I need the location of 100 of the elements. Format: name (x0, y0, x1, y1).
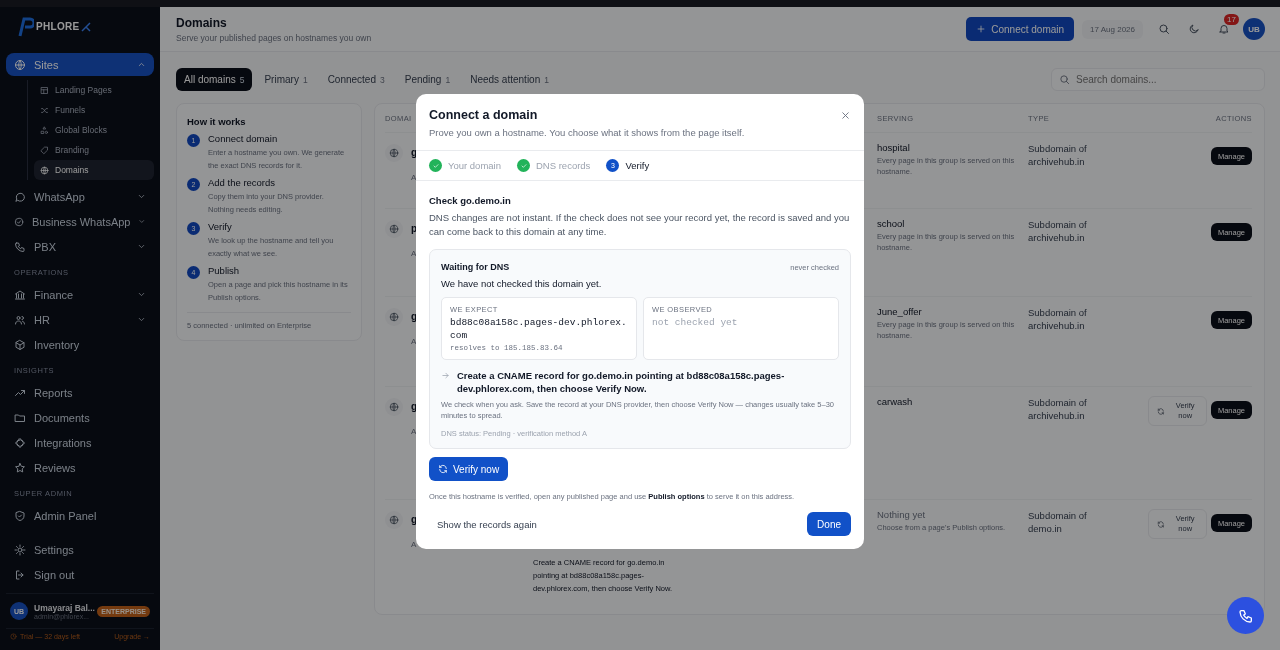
show-records-button[interactable]: Show the records again (429, 514, 545, 534)
shapes-icon (40, 125, 49, 135)
box-icon (14, 338, 26, 351)
chat-icon (14, 190, 26, 203)
nav-item[interactable]: Inventory (6, 332, 154, 357)
domain-name: g (411, 311, 418, 322)
check-circle-icon (14, 215, 25, 228)
globe-icon (389, 224, 399, 234)
chevron-down-icon (137, 290, 146, 299)
chevron-down-icon (137, 242, 146, 251)
globe-icon (389, 148, 399, 158)
instruction-text: Create a CNAME record for go.demo.in pointing at bd88c08a158c.pages-dev.phlorex.com, then choose Verify Now. (457, 369, 786, 395)
users-icon (14, 313, 26, 326)
search-field[interactable]: Search domains... (1051, 68, 1265, 91)
nav-item[interactable]: HR (6, 307, 154, 332)
nav-item[interactable]: Admin Panel (6, 503, 154, 528)
nav-item[interactable]: Sites (6, 53, 154, 76)
serving-name: school (877, 218, 906, 229)
nav-subitem[interactable]: Domains (34, 160, 154, 180)
domain-note: A (411, 249, 417, 258)
notifications-button[interactable]: 17 (1209, 17, 1239, 41)
bell-icon (1218, 23, 1230, 35)
phone-icon (14, 240, 26, 253)
phone-icon (1237, 607, 1254, 624)
serving-name: Nothing yet (877, 509, 927, 520)
domain-note: A (411, 540, 417, 549)
domain-type: Subdomain of archivehub.in (1028, 306, 1088, 333)
arrow-right-icon (441, 371, 450, 380)
nav-subitem[interactable]: Branding (34, 140, 154, 160)
nav-subitem[interactable]: Global Blocks (34, 120, 154, 140)
moon-icon (1188, 23, 1200, 35)
chevron-down-icon (137, 192, 146, 201)
shuffle-icon (40, 105, 49, 115)
check-icon (519, 161, 528, 170)
domain-name: g (411, 401, 418, 412)
record-value: not checked yet (652, 316, 739, 329)
nav-item[interactable]: Reports (6, 380, 154, 405)
wizard-step[interactable]: Your domain (429, 159, 501, 172)
logout-icon (14, 568, 26, 581)
chevron-down-icon (137, 315, 146, 324)
domain-note: A (411, 173, 417, 182)
nav-item[interactable]: Settings (6, 537, 154, 562)
clock-icon (10, 633, 17, 640)
bank-icon (14, 288, 26, 301)
connect-domain-button[interactable]: Connect domain (966, 17, 1075, 41)
domain-note: A (411, 337, 417, 346)
nav-item[interactable]: Sign out (6, 562, 154, 587)
step-title: Publish (208, 265, 241, 276)
nav-item[interactable]: Finance (6, 282, 154, 307)
nav-item[interactable]: PBX (6, 234, 154, 259)
serving-name: June_offer (877, 306, 923, 317)
swoosh-icon (81, 21, 92, 32)
nav-item[interactable]: Integrations (6, 430, 154, 455)
globe-icon (389, 515, 399, 525)
refresh-icon (438, 464, 448, 474)
status-text: We have not checked this domain yet. (441, 278, 603, 289)
nav-subitem[interactable]: Landing Pages (34, 80, 154, 100)
wizard-step[interactable]: DNS records (517, 159, 591, 172)
domain-name: g (411, 147, 418, 158)
card-title: How it works (187, 116, 247, 127)
nav-subitem[interactable]: Funnels (34, 100, 154, 120)
plus-icon (976, 24, 987, 34)
search-icon (1059, 74, 1070, 85)
nav-item[interactable]: Documents (6, 405, 154, 430)
logo-icon (18, 16, 34, 37)
close-icon (840, 109, 851, 121)
layout-icon (40, 85, 49, 95)
chevron-up-icon (137, 60, 146, 69)
check-description: DNS changes are not instant. If the check does not see your record yet, the record is saved and you can come back to this domain at any time. (429, 211, 851, 238)
page-title: Domains (176, 15, 228, 30)
logo-text: PHLORE (36, 21, 80, 32)
refresh-icon (1156, 519, 1165, 529)
filter-tab[interactable]: Primary 1 (256, 68, 316, 91)
globe-icon (389, 402, 399, 412)
date-chip: 17 Aug 2026 (1082, 19, 1143, 39)
filter-tab[interactable]: Pending 1 (396, 68, 459, 91)
refresh-icon (1156, 406, 1165, 416)
nav-item[interactable]: Reviews (6, 455, 154, 480)
filter-tab[interactable]: Needs attention 1 (462, 68, 557, 91)
globe-icon (40, 165, 49, 175)
folder-icon (14, 411, 26, 424)
nav-item[interactable]: WhatsApp (6, 184, 154, 209)
serving-name: carwash (877, 396, 914, 407)
filter-tab[interactable]: All domains 5 (176, 68, 253, 91)
record-value: bd88c08a158c.pages-dev.phlorex.com (450, 316, 628, 342)
domain-note: A (411, 427, 417, 436)
globe-icon (389, 312, 399, 322)
globe-icon (14, 58, 26, 71)
domain-type: Subdomain of archivehub.in (1028, 142, 1088, 169)
verify-now-button[interactable]: Verify now (429, 457, 509, 481)
user-avatar[interactable]: UB (1243, 18, 1265, 40)
shield-icon (14, 509, 26, 522)
domain-type: Subdomain of archivehub.in (1028, 396, 1088, 423)
tag-icon (40, 145, 49, 155)
chevron-down-icon (138, 217, 146, 226)
done-button[interactable]: Done (807, 512, 851, 536)
step-title: Connect domain (208, 133, 279, 144)
nav-item[interactable]: Business WhatsApp (6, 209, 154, 234)
filter-tab[interactable]: Connected 3 (319, 68, 393, 91)
dialog-subtitle: Prove you own a hostname. You choose what it shows from the page itself. (429, 127, 746, 138)
